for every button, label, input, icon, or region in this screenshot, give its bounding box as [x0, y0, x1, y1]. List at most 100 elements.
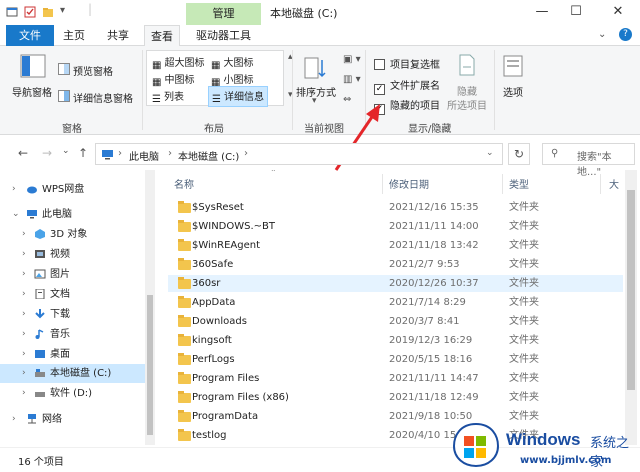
nav-pane-button[interactable]: 导航窗格 — [12, 84, 52, 99]
layout-medium[interactable]: ▦ 中图标 — [152, 71, 194, 88]
recent-dropdown-icon[interactable]: ⌄ — [62, 146, 70, 156]
expand-chevron-icon[interactable]: › — [22, 305, 26, 324]
close-button[interactable]: ✕ — [604, 2, 632, 22]
nav-item-3d-objects[interactable]: › 3D 对象 — [0, 225, 145, 244]
file-extensions-checkbox[interactable]: ✓ — [374, 84, 385, 95]
expand-chevron-icon[interactable]: › — [12, 410, 16, 429]
nav-item-videos[interactable]: › 视频 — [0, 245, 145, 264]
column-separator[interactable] — [502, 174, 503, 194]
download-icon — [35, 309, 45, 319]
column-separator[interactable] — [382, 174, 383, 194]
expand-chevron-icon[interactable]: › — [22, 225, 26, 244]
nav-item-pictures[interactable]: › 图片 — [0, 265, 145, 284]
expand-chevron-icon[interactable]: › — [22, 245, 26, 264]
options-icon[interactable] — [502, 54, 524, 78]
file-row[interactable]: Downloads 2020/3/7 8:41 文件夹 — [168, 313, 623, 330]
maximize-button[interactable]: ☐ — [562, 2, 590, 22]
sort-by-icon[interactable] — [303, 56, 327, 80]
column-separator[interactable] — [600, 174, 601, 194]
nav-item-drive-c[interactable]: › 本地磁盘 (C:) — [0, 364, 145, 383]
file-row[interactable]: kingsoft 2019/12/3 16:29 文件夹 — [168, 332, 623, 349]
nav-item-downloads[interactable]: › 下载 — [0, 305, 145, 324]
layout-details[interactable]: ☰ 详细信息 — [208, 86, 268, 107]
expand-chevron-icon[interactable]: › — [22, 265, 26, 284]
tab-home[interactable]: 主页 — [56, 25, 92, 46]
refresh-button[interactable]: ↻ — [508, 143, 530, 165]
expand-chevron-icon[interactable]: › — [22, 345, 26, 364]
forward-button[interactable]: → — [42, 146, 52, 160]
address-bar[interactable]: › 此电脑 › 本地磁盘 (C:) › ⌄ — [95, 143, 503, 165]
minimize-button[interactable]: — — [528, 2, 556, 22]
nav-item-wps-drive[interactable]: › WPS网盘 — [0, 180, 145, 199]
breadcrumb-drive-c[interactable]: 本地磁盘 (C:) — [178, 148, 239, 163]
details-pane-button[interactable]: 详细信息窗格 — [73, 90, 133, 105]
column-header-type[interactable]: 类型 — [509, 176, 529, 191]
column-header-name[interactable]: 名称 — [174, 176, 194, 191]
file-row[interactable]: 360sr 2020/12/26 10:37 文件夹 — [168, 275, 623, 292]
medium-icons-icon: ▦ — [152, 77, 162, 88]
quick-access-icon[interactable] — [6, 6, 18, 18]
help-icon[interactable]: ? — [619, 28, 632, 41]
details-icon: ☰ — [212, 94, 221, 105]
search-icon: ⚲ — [551, 148, 559, 159]
layout-list[interactable]: ☰ 列表 — [152, 88, 184, 105]
nav-item-desktop[interactable]: › 桌面 — [0, 345, 145, 364]
extra-large-icons-icon: ▦ — [152, 60, 162, 71]
address-dropdown-icon[interactable]: ⌄ — [486, 148, 494, 158]
layout-extra-large[interactable]: ▦ 超大图标 — [152, 54, 204, 71]
up-button[interactable]: ↑ — [78, 146, 88, 160]
tab-manage[interactable]: 管理 — [186, 3, 261, 25]
group-label-layout: 布局 — [204, 124, 224, 135]
tab-view[interactable]: 查看 — [144, 25, 180, 47]
back-button[interactable]: ← — [18, 146, 28, 160]
qa-dropdown-icon[interactable]: ▾ — [60, 5, 65, 16]
expand-chevron-icon[interactable]: › — [22, 384, 26, 403]
sort-dropdown-icon[interactable]: ▾ — [312, 96, 317, 106]
item-checkboxes-checkbox[interactable] — [374, 59, 385, 70]
expand-chevron-icon[interactable]: › — [22, 325, 26, 344]
preview-pane-button[interactable]: 预览窗格 — [73, 63, 113, 78]
add-columns-icon[interactable]: ▥ ▾ — [343, 74, 361, 85]
file-row[interactable]: Program Files (x86) 2021/11/18 12:49 文件夹 — [168, 389, 623, 406]
file-row[interactable]: $SysReset 2021/12/16 15:35 文件夹 — [168, 199, 623, 216]
layout-large[interactable]: ▦ 大图标 — [211, 54, 253, 71]
expand-chevron-icon[interactable]: › — [12, 180, 16, 199]
file-row[interactable]: PerfLogs 2020/5/15 18:16 文件夹 — [168, 351, 623, 368]
cloud-icon — [27, 186, 37, 194]
watermark-brand: Windows — [506, 430, 581, 449]
tab-share[interactable]: 共享 — [100, 25, 136, 46]
file-list-scrollbar-thumb[interactable] — [627, 190, 635, 390]
tab-drive-tools[interactable]: 驱动器工具 — [186, 25, 261, 46]
column-header-size[interactable]: 大 — [609, 176, 619, 191]
expand-chevron-icon[interactable]: › — [22, 285, 26, 304]
nav-item-music[interactable]: › 音乐 — [0, 325, 145, 344]
title-divider: | — [88, 2, 93, 16]
sort-indicator-icon: ⌃ — [270, 170, 277, 177]
tab-file[interactable]: 文件 — [6, 25, 54, 46]
nav-item-drive-d[interactable]: › 软件 (D:) — [0, 384, 145, 403]
nav-scrollbar-thumb[interactable] — [147, 295, 153, 435]
options-button[interactable]: 选项 — [503, 84, 523, 99]
group-by-icon[interactable]: ▣ ▾ — [343, 54, 361, 65]
hide-selected-icon[interactable] — [458, 54, 476, 76]
file-row[interactable]: $WINDOWS.~BT 2021/11/11 14:00 文件夹 — [168, 218, 623, 235]
file-row[interactable]: $WinREAgent 2021/11/18 13:42 文件夹 — [168, 237, 623, 254]
collapse-ribbon-icon[interactable]: ⌄ — [598, 29, 606, 40]
nav-item-documents[interactable]: › 文档 — [0, 285, 145, 304]
file-row[interactable]: AppData 2021/7/14 8:29 文件夹 — [168, 294, 623, 311]
new-folder-icon[interactable] — [42, 6, 54, 18]
nav-pane-icon[interactable] — [20, 54, 46, 78]
file-row[interactable]: 360Safe 2021/2/7 9:53 文件夹 — [168, 256, 623, 273]
nav-item-this-pc[interactable]: ⌄ 此电脑 — [0, 205, 145, 224]
properties-icon[interactable] — [24, 6, 36, 18]
breadcrumb-this-pc[interactable]: 此电脑 — [129, 148, 159, 163]
file-extensions-toggle[interactable]: ✓ 文件扩展名 — [374, 77, 440, 95]
collapse-chevron-icon[interactable]: ⌄ — [12, 205, 20, 224]
nav-item-network[interactable]: › 网络 — [0, 410, 145, 429]
search-box[interactable]: ⚲ 搜索"本地..." — [542, 143, 635, 178]
column-header-date[interactable]: 修改日期 — [389, 176, 429, 191]
item-checkboxes-toggle[interactable]: 项目复选框 — [374, 56, 440, 71]
expand-chevron-icon[interactable]: › — [22, 364, 26, 383]
window-title: 本地磁盘 (C:) — [270, 7, 338, 20]
file-row[interactable]: Program Files 2021/11/11 14:47 文件夹 — [168, 370, 623, 387]
